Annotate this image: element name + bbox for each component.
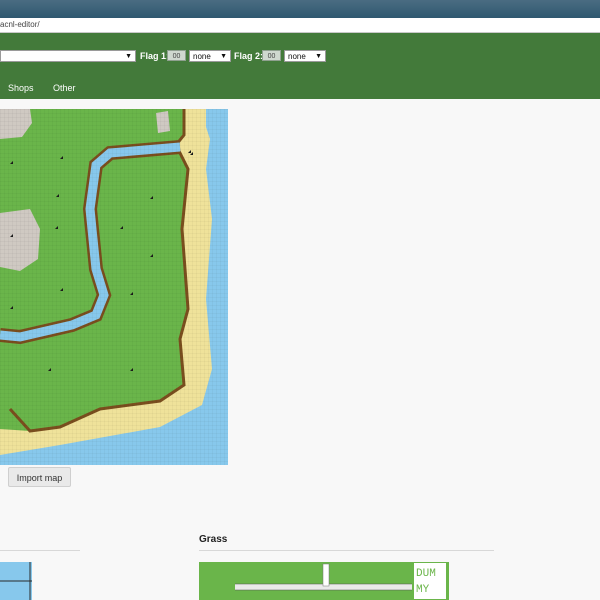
browser-titlebar: [0, 0, 600, 18]
flag2-select-value: none: [288, 52, 306, 61]
chevron-down-icon: ▼: [125, 53, 132, 60]
dummy-text-1: DUM: [416, 568, 436, 580]
section-divider-right: [199, 550, 494, 551]
address-url: acnl-editor/: [0, 20, 40, 29]
address-bar[interactable]: acnl-editor/: [0, 18, 600, 33]
flag2-label: Flag 2:: [234, 51, 264, 61]
flag2-value-input[interactable]: 00: [262, 50, 281, 61]
flag1-value-input[interactable]: 00: [167, 50, 186, 61]
flag1-select[interactable]: none ▼: [189, 50, 231, 62]
import-map-button[interactable]: Import map: [8, 467, 71, 487]
town-map[interactable]: [0, 109, 228, 465]
dummy-text-2: MY: [416, 584, 430, 596]
acre-select[interactable]: ▼: [0, 50, 136, 62]
flag2-select[interactable]: none ▼: [284, 50, 326, 62]
main-nav: Shops Other: [0, 77, 600, 99]
map-grid: [0, 109, 228, 465]
flag1-label: Flag 1:: [140, 51, 170, 61]
grass-tile-preview[interactable]: DUM MY: [199, 562, 449, 600]
water-tile-preview[interactable]: [0, 562, 32, 600]
grass-section-title: Grass: [199, 534, 228, 545]
nav-item-other[interactable]: Other: [53, 83, 76, 93]
chevron-down-icon: ▼: [220, 53, 227, 60]
section-divider-left: [0, 550, 80, 551]
nav-item-shops[interactable]: Shops: [8, 83, 34, 93]
chevron-down-icon: ▼: [315, 53, 322, 60]
flag1-select-value: none: [193, 52, 211, 61]
